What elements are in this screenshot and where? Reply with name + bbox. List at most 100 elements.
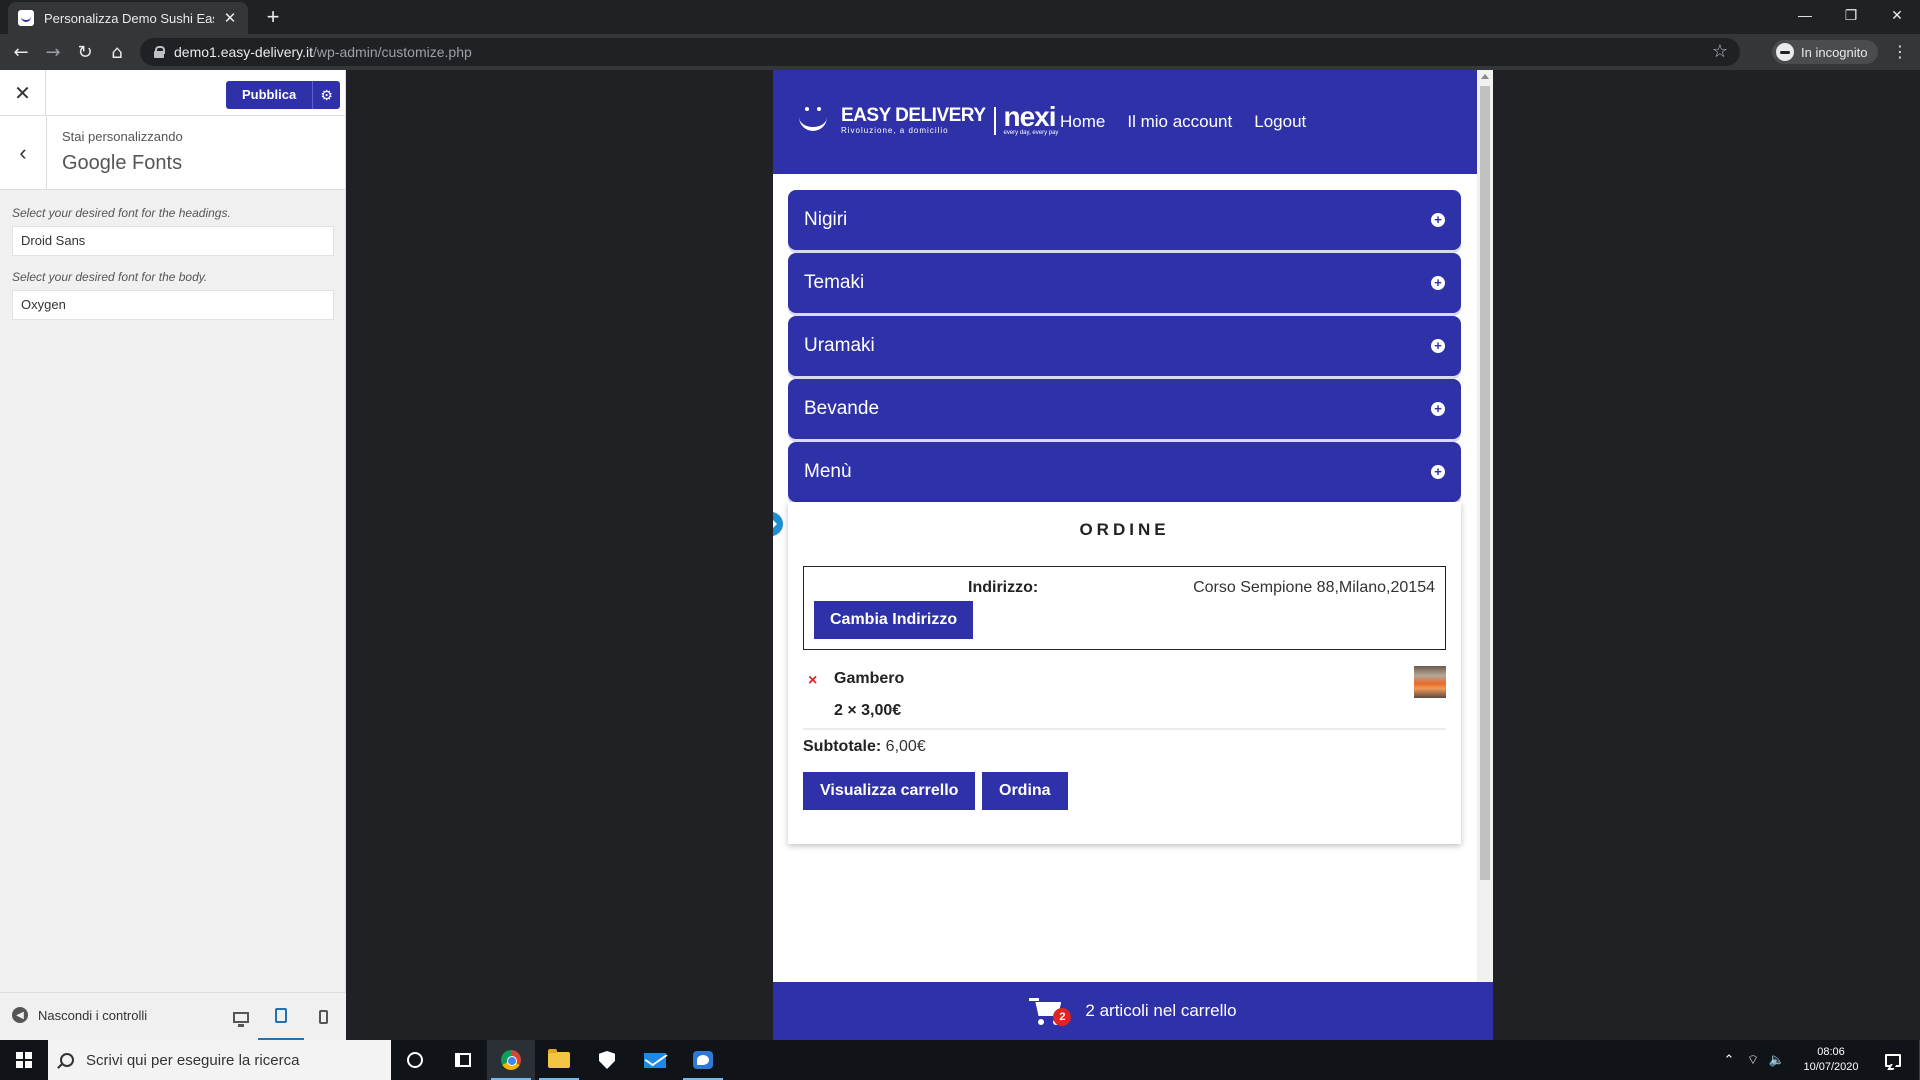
cart-summary: 2 articoli nel carrello (1085, 1001, 1237, 1020)
home-icon[interactable]: ⌂ (104, 39, 130, 65)
cart-wheel (1038, 1019, 1045, 1025)
chevron-up-icon[interactable]: ⌃ (1717, 1052, 1741, 1068)
headings-font-description: Select your desired font for the heading… (12, 206, 231, 220)
category-temaki[interactable]: Temaki + (788, 253, 1461, 313)
system-tray: ⌃ ⌔ 🔈 08:06 10/07/2020 (1717, 1040, 1920, 1080)
lock-icon (154, 46, 165, 58)
minimize-icon[interactable]: — (1782, 0, 1828, 30)
back-icon[interactable]: ← (8, 39, 34, 65)
site-preview: EASY DELIVERY Rivoluzione, a domicilio n… (773, 70, 1493, 1040)
volume-muted-icon[interactable]: 🔈 (1765, 1052, 1789, 1068)
partner-tagline: every day, every pay (1003, 130, 1059, 136)
preview-scrollbar[interactable] (1477, 70, 1493, 982)
start-button[interactable] (0, 1040, 48, 1080)
publish-button[interactable]: Pubblica (226, 81, 313, 109)
action-center-button[interactable] (1873, 1040, 1913, 1080)
partner-logo: nexi every day, every pay (1003, 103, 1059, 137)
site-header: EASY DELIVERY Rivoluzione, a domicilio n… (773, 70, 1477, 174)
browser-tab[interactable]: Personalizza Demo Sushi Easy De ✕ (8, 2, 248, 34)
mail-icon (644, 1052, 666, 1068)
security-button[interactable] (583, 1040, 631, 1080)
remove-item-icon[interactable]: × (808, 672, 817, 690)
plus-circle-icon: + (1431, 276, 1445, 290)
category-nigiri[interactable]: Nigiri + (788, 190, 1461, 250)
notification-icon (1885, 1053, 1901, 1067)
checkout-button[interactable]: Ordina (982, 772, 1068, 810)
hide-controls-button[interactable]: ◀ Nascondi i controlli (12, 1007, 147, 1023)
chrome-taskbar-button[interactable] (487, 1040, 535, 1080)
item-name[interactable]: Gambero (834, 670, 904, 688)
new-tab-button[interactable]: + (260, 5, 286, 31)
reload-icon[interactable]: ↻ (72, 39, 98, 65)
publish-group: Pubblica ⚙ (226, 81, 341, 109)
nav-logout[interactable]: Logout (1254, 112, 1306, 132)
item-divider (803, 728, 1446, 730)
forward-icon[interactable]: → (40, 39, 66, 65)
incognito-icon (1776, 43, 1794, 61)
item-thumbnail[interactable] (1414, 666, 1446, 698)
shield-icon (599, 1051, 615, 1069)
category-menu[interactable]: Menù + (788, 442, 1461, 502)
back-chevron-icon[interactable]: ‹ (0, 116, 47, 190)
task-view-icon (455, 1053, 471, 1067)
url-host: demo1.easy-delivery.it (174, 44, 314, 60)
section-header: ‹ Stai personalizzando Google Fonts (0, 116, 345, 190)
cart-handle (1029, 998, 1040, 1001)
chat-app-icon (693, 1051, 713, 1069)
customizer-close-icon[interactable]: ✕ (0, 70, 46, 116)
cart-bar[interactable]: 2 2 articoli nel carrello (773, 982, 1493, 1040)
site-logo[interactable]: EASY DELIVERY Rivoluzione, a domicilio n… (793, 103, 1059, 137)
scrollbar-thumb[interactable] (1480, 86, 1490, 880)
scroll-up-icon[interactable] (1481, 74, 1489, 79)
star-icon[interactable]: ☆ (1712, 41, 1728, 62)
plus-circle-icon: + (1431, 402, 1445, 416)
nav-my-account[interactable]: Il mio account (1127, 112, 1232, 132)
browser-toolbar: ← → ↻ ⌂ demo1.easy-delivery.it /wp-admin… (0, 34, 1920, 70)
folder-icon (548, 1049, 570, 1068)
category-bevande[interactable]: Bevande + (788, 379, 1461, 439)
customizer-header: ✕ Pubblica ⚙ (0, 70, 345, 116)
logo-tagline: Rivoluzione, a domicilio (841, 126, 949, 135)
site-nav: Home Il mio account Logout (1060, 112, 1306, 132)
nav-home[interactable]: Home (1060, 112, 1105, 132)
category-label: Nigiri (804, 209, 848, 230)
tab-close-icon[interactable]: ✕ (222, 9, 238, 27)
search-icon (60, 1053, 74, 1067)
body-font-description: Select your desired font for the body. (12, 270, 208, 284)
hide-controls-label: Nascondi i controlli (38, 1007, 148, 1023)
mail-button[interactable] (631, 1040, 679, 1080)
menu-icon[interactable]: ⋮ (1892, 42, 1908, 61)
change-address-button[interactable]: Cambia Indirizzo (814, 601, 974, 639)
cortana-icon (407, 1052, 423, 1068)
desktop-icon (233, 1011, 249, 1027)
incognito-badge[interactable]: In incognito (1772, 40, 1878, 64)
logo-text: EASY DELIVERY Rivoluzione, a domicilio (841, 106, 986, 136)
headings-font-input[interactable]: Droid Sans (12, 226, 334, 256)
order-panel: ORDINE Indirizzo: Corso Sempione 88,Mila… (788, 502, 1461, 844)
view-cart-button[interactable]: Visualizza carrello (803, 772, 976, 810)
clock[interactable]: 08:06 10/07/2020 (1795, 1045, 1867, 1075)
network-icon[interactable]: ⌔ (1741, 1052, 1765, 1068)
cart-icon: 2 (1029, 996, 1072, 1026)
device-tablet-button[interactable] (258, 993, 304, 1041)
plus-circle-icon: + (1431, 465, 1445, 479)
device-mobile-button[interactable] (300, 993, 346, 1041)
cortana-button[interactable] (391, 1040, 439, 1080)
edit-shortcut-icon[interactable] (773, 512, 783, 536)
gear-icon[interactable]: ⚙ (312, 81, 341, 109)
window-close-icon[interactable]: ✕ (1874, 0, 1920, 30)
category-uramaki[interactable]: Uramaki + (788, 316, 1461, 376)
mobile-icon (318, 1010, 328, 1024)
logo-divider (993, 106, 996, 135)
url-path: /wp-admin/customize.php (313, 44, 472, 60)
file-explorer-button[interactable] (535, 1040, 583, 1080)
window-controls: — ❐ ✕ (1782, 0, 1920, 30)
task-view-button[interactable] (439, 1040, 487, 1080)
restore-icon[interactable]: ❐ (1828, 0, 1874, 30)
taskbar-search[interactable]: Scrivi qui per eseguire la ricerca (48, 1040, 391, 1080)
cart-count-badge: 2 (1053, 1008, 1072, 1026)
category-label: Menù (804, 461, 852, 482)
body-font-input[interactable]: Oxygen (12, 290, 334, 320)
app-button[interactable] (679, 1040, 727, 1080)
address-bar[interactable]: demo1.easy-delivery.it /wp-admin/customi… (140, 38, 1740, 66)
